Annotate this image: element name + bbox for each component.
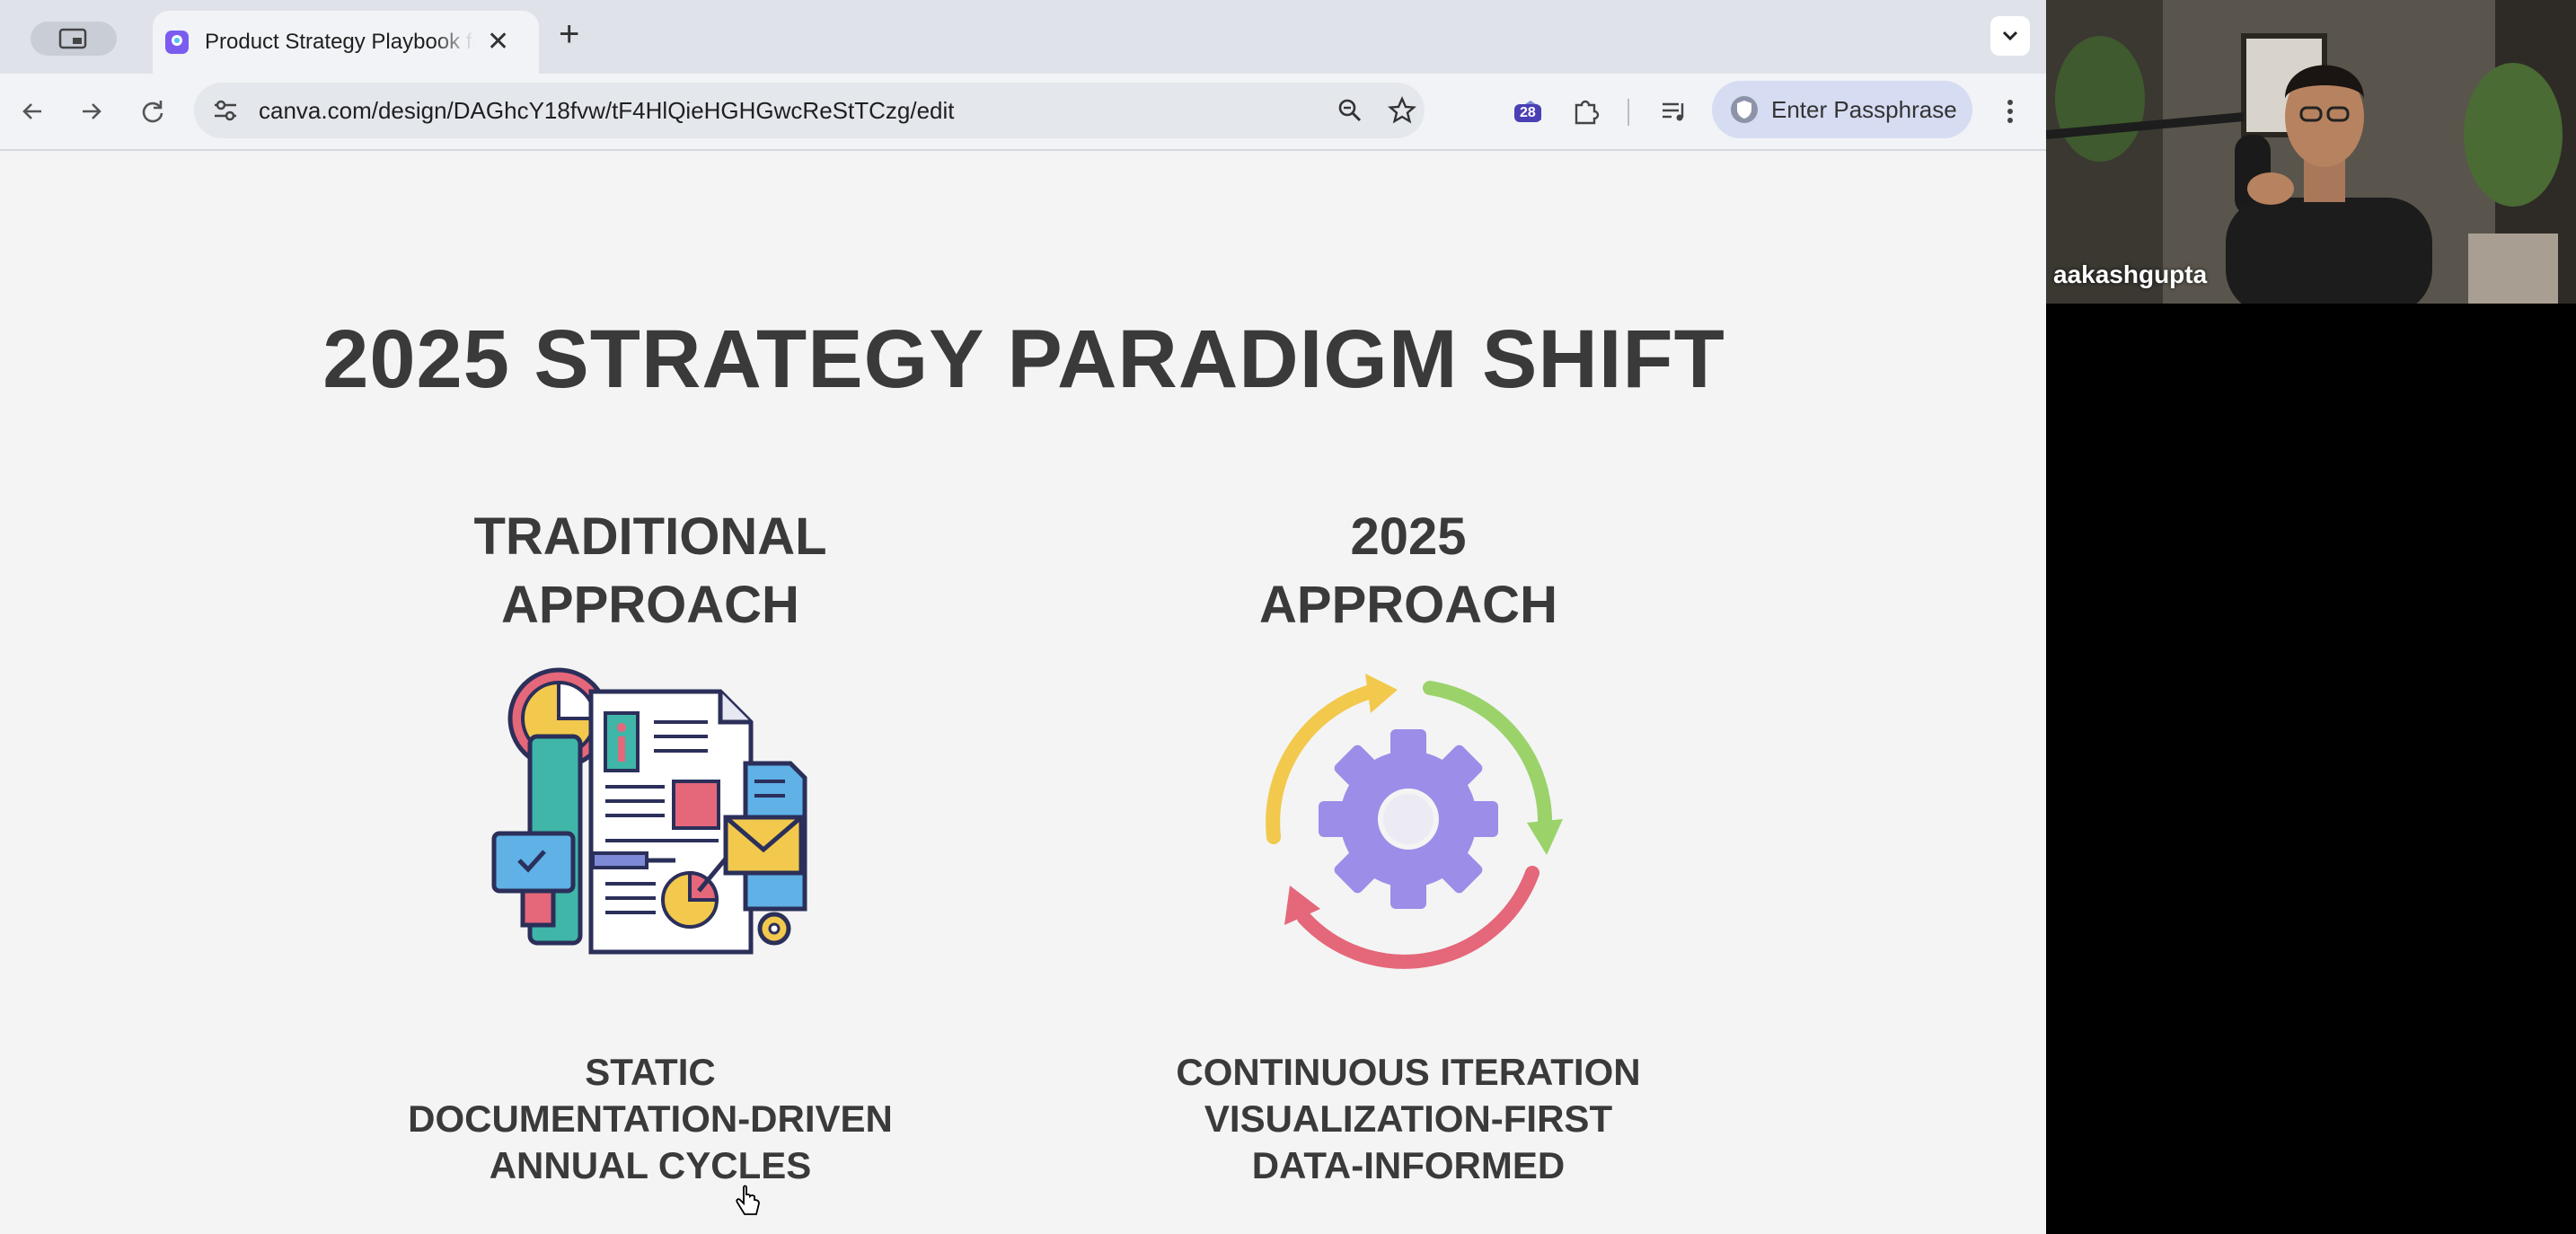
close-icon[interactable]: ✕ bbox=[487, 29, 509, 56]
continuous-cycle-illustration bbox=[1266, 674, 1563, 969]
point-annual: ANNUAL CYCLES bbox=[489, 1144, 812, 1186]
zoom-icon bbox=[1338, 99, 1362, 122]
forward-arrow-icon bbox=[83, 103, 101, 119]
participant-name: aakashgupta bbox=[2053, 260, 2208, 288]
chevron-down-icon bbox=[2002, 31, 2018, 41]
webcam-feed: aakashgupta bbox=[2046, 0, 2576, 304]
url-text: canva.com/design/DAGhcY18fvw/tF4HlQieHGH… bbox=[259, 97, 955, 124]
puzzle-icon bbox=[1575, 100, 1600, 125]
heading-line: APPROACH bbox=[1259, 576, 1557, 634]
kebab-icon bbox=[2007, 100, 2013, 123]
zoom-button[interactable] bbox=[1333, 93, 1367, 128]
back-button[interactable] bbox=[14, 93, 50, 129]
point-continuous: CONTINUOUS ITERATION bbox=[1176, 1051, 1641, 1093]
active-tab[interactable]: Product Strategy Playbook for ✕ bbox=[153, 11, 539, 74]
site-settings-icon[interactable] bbox=[210, 95, 241, 126]
reload-button[interactable] bbox=[135, 93, 171, 129]
browser-menu-button[interactable] bbox=[1992, 93, 2028, 129]
point-data: DATA-INFORMED bbox=[1251, 1144, 1566, 1186]
gear-icon bbox=[1319, 729, 1498, 909]
point-visualization: VISUALIZATION-FIRST bbox=[1204, 1097, 1613, 1140]
enter-passphrase-button[interactable]: Enter Passphrase bbox=[1712, 81, 1972, 138]
empty-video-area bbox=[2046, 304, 2576, 1234]
browser-toolbar: canva.com/design/DAGhcY18fvw/tF4HlQieHGH… bbox=[0, 74, 2046, 151]
toolbar-divider bbox=[1628, 99, 1629, 126]
slide-title: 2025 STRATEGY PARADIGM SHIFT bbox=[322, 313, 1725, 405]
tab-strip: Product Strategy Playbook for ✕ + bbox=[0, 0, 2046, 74]
extensions-menu-button[interactable] bbox=[1566, 92, 1606, 131]
documents-illustration bbox=[491, 667, 807, 955]
webcam-video bbox=[2046, 0, 2576, 304]
browser-window: Product Strategy Playbook for ✕ + canva.… bbox=[0, 0, 2046, 1234]
tab-switcher-button[interactable] bbox=[31, 22, 117, 56]
point-static: STATIC bbox=[585, 1051, 716, 1093]
heading-line: 2025 bbox=[1350, 507, 1467, 566]
2025-points: CONTINUOUS ITERATION VISUALIZATION-FIRST… bbox=[1176, 1049, 1640, 1189]
presentation-slide: 2025 STRATEGY PARADIGM SHIFT TRADITIONAL… bbox=[0, 151, 2046, 1234]
tab-search-button[interactable] bbox=[1990, 16, 2030, 56]
tab-title: Product Strategy Playbook for bbox=[205, 30, 474, 54]
extension-badge: 28 bbox=[1514, 104, 1541, 122]
traditional-points: STATIC DOCUMENTATION-DRIVEN ANNUAL CYCLE… bbox=[408, 1049, 893, 1189]
2025-heading: 2025 APPROACH bbox=[1259, 503, 1557, 639]
media-controls-button[interactable] bbox=[1654, 92, 1694, 131]
point-documentation: DOCUMENTATION-DRIVEN bbox=[408, 1097, 893, 1140]
passphrase-label: Enter Passphrase bbox=[1771, 95, 1957, 123]
plus-icon[interactable]: + bbox=[559, 16, 579, 52]
canva-favicon bbox=[165, 31, 189, 54]
tab-switcher-icon bbox=[58, 28, 87, 49]
shield-icon bbox=[1731, 96, 1758, 123]
heading-line: TRADITIONAL bbox=[473, 507, 827, 566]
forward-button[interactable] bbox=[74, 93, 110, 129]
star-icon bbox=[1388, 96, 1416, 124]
reload-icon bbox=[142, 101, 163, 123]
bookmark-button[interactable] bbox=[1385, 93, 1419, 128]
address-bar[interactable]: canva.com/design/DAGhcY18fvw/tF4HlQieHGH… bbox=[194, 83, 1425, 138]
back-arrow-icon bbox=[22, 103, 41, 119]
pointer-cursor-icon bbox=[736, 1185, 760, 1215]
heading-line: APPROACH bbox=[501, 576, 799, 634]
media-icon bbox=[1663, 102, 1684, 121]
traditional-heading: TRADITIONAL APPROACH bbox=[473, 503, 826, 639]
